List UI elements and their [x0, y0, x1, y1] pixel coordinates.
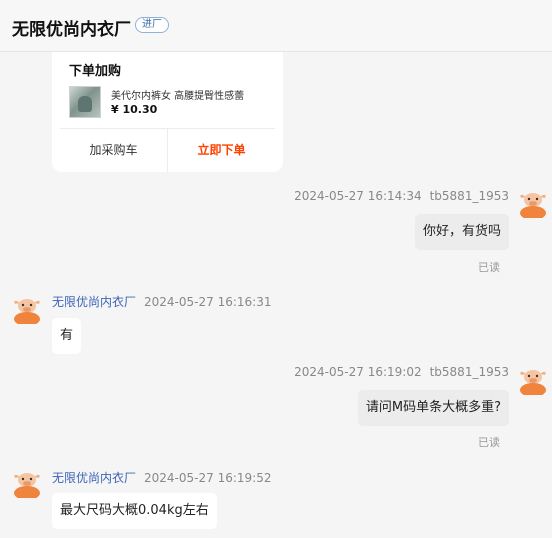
read-status: 已读 [478, 261, 500, 274]
message-bubble[interactable]: 最大尺码大概0.04kg左右 [52, 493, 217, 529]
product-name[interactable]: 美代尔内裤女 高腰提臀性感蕾 [111, 87, 271, 102]
message-time: 2024-05-27 16:19:52 [144, 471, 272, 485]
chat-header: 无限优尚内衣厂 进厂 [0, 0, 552, 52]
enter-shop-badge[interactable]: 进厂 [135, 17, 169, 33]
product-card: 下单加购 美代尔内裤女 高腰提臀性感蕾 ¥ 10.30 加采购车 立即下单 [52, 52, 283, 172]
sender-name: tb5881_1953 [429, 189, 509, 203]
cow-avatar-icon[interactable] [518, 365, 548, 395]
message-time: 2024-05-27 16:16:31 [144, 295, 272, 309]
order-now-button[interactable]: 立即下单 [168, 129, 275, 172]
message-meta: 2024-05-27 16:19:02 tb5881_1953 [294, 365, 509, 379]
message-meta: 2024-05-27 16:14:34 tb5881_1953 [294, 189, 509, 203]
sender-name: tb5881_1953 [429, 365, 509, 379]
cow-avatar-icon[interactable] [12, 294, 42, 324]
product-price: ¥ 10.30 [111, 103, 158, 116]
card-title: 下单加购 [69, 64, 122, 79]
add-to-cart-button[interactable]: 加采购车 [60, 129, 167, 172]
message-bubble[interactable]: 有 [52, 318, 82, 354]
shop-title: 无限优尚内衣厂 [12, 20, 131, 40]
message-time: 2024-05-27 16:14:34 [294, 189, 422, 203]
message-bubble[interactable]: 请问M码单条大概多重? [357, 390, 509, 426]
shop-name-link[interactable]: 无限优尚内衣厂 [52, 295, 136, 309]
cow-avatar-icon[interactable] [518, 188, 548, 218]
message-time: 2024-05-27 16:19:02 [294, 365, 422, 379]
message-meta: 无限优尚内衣厂 2024-05-27 16:16:31 [52, 293, 271, 310]
product-thumbnail[interactable] [69, 86, 101, 118]
shop-name-link[interactable]: 无限优尚内衣厂 [52, 471, 136, 485]
read-status: 已读 [478, 436, 500, 449]
message-meta: 无限优尚内衣厂 2024-05-27 16:19:52 [52, 469, 271, 486]
message-bubble[interactable]: 你好，有货吗 [414, 214, 509, 250]
cow-avatar-icon[interactable] [12, 468, 42, 498]
